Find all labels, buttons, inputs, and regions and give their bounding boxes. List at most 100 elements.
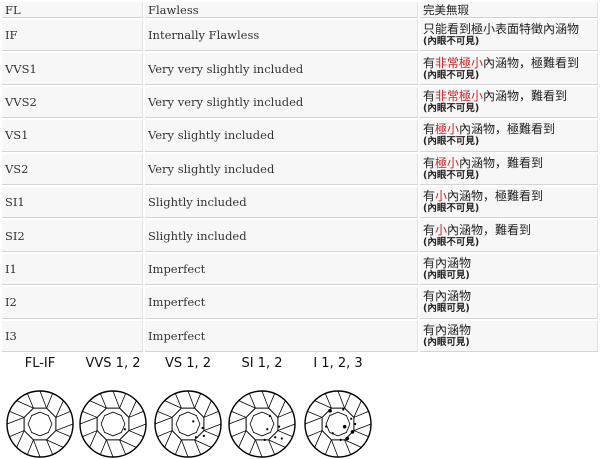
facet-line <box>106 439 114 458</box>
star-facet <box>100 411 126 437</box>
star-facet <box>325 411 351 437</box>
visibility-note: (內眼不可見) <box>423 203 480 215</box>
facet-line <box>203 423 222 431</box>
grade-cell: VVS1 <box>2 53 143 85</box>
grade-cell: SI1 <box>2 186 143 219</box>
highlight-text: 極小 <box>435 122 460 137</box>
inclusion-dot <box>342 424 347 429</box>
inclusion-dot <box>328 409 332 413</box>
facet-line <box>128 430 144 437</box>
chinese-description-main: 有內涵物 <box>423 289 594 303</box>
english-description-cell: Internally Flawless <box>145 20 418 52</box>
facet-line <box>128 423 147 431</box>
chinese-description-cell: 有小內涵物，極難看到 (內眼不可見) <box>420 186 598 219</box>
grade-cell: I1 <box>2 253 143 286</box>
grade-cell: VS2 <box>2 153 143 185</box>
facet-line <box>55 430 71 437</box>
diagram-label: I 1, 2, 3 <box>313 356 362 371</box>
english-description-cell: Imperfect <box>145 320 418 352</box>
diamond-diagram: VVS 1, 2 <box>79 356 147 458</box>
table-row: VS1 Very slightly included 有極小內涵物，極難看到 (內眼不… <box>2 120 598 152</box>
facet-line <box>27 439 34 455</box>
inclusion-dot <box>192 420 195 423</box>
inclusion-dot <box>280 437 283 440</box>
inclusion-dot <box>274 436 277 439</box>
facet-line <box>344 393 351 409</box>
facet-line <box>33 439 41 458</box>
table-row: IF Internally Flawless 只能看到極小表面特徵內涵物 (內眼不可見… <box>2 20 598 52</box>
table-row: VS2 Very slightly included 有極小內涵物，難看到 (內眼不可… <box>2 153 598 185</box>
visibility-note: (內眼不可見) <box>423 36 480 48</box>
clarity-grade-table: FL Flawless 完美無瑕 IF Internally Flawless 只能… <box>0 0 600 354</box>
highlight-text: 極小 <box>435 155 460 170</box>
star-facet <box>175 411 201 437</box>
facet-line <box>157 411 173 418</box>
description-text: 有內涵物 <box>423 322 472 337</box>
facet-line <box>268 393 275 409</box>
clarity-diagrams: FL-IF VVS 1, 2 VS 1, 2 SI 1, 2 I 1, 2, 3 <box>6 356 372 458</box>
table-row: SI1 Slightly included 有小內涵物，極難看到 (內眼不可見) <box>2 186 598 219</box>
description-text: 有內涵物 <box>423 289 472 304</box>
chinese-description-cell: 有非常極小內涵物，極難看到 (內眼不可見) <box>420 53 598 85</box>
grade-cell: I3 <box>2 320 143 352</box>
facet-line <box>203 430 219 437</box>
english-description-cell: Very slightly included <box>145 153 418 185</box>
english-description-cell: Very slightly included <box>145 120 418 152</box>
chinese-description-main: 有極小內涵物，難看到 <box>423 156 594 170</box>
description-text: 有 <box>423 155 436 170</box>
grade-cell: IF <box>2 20 143 52</box>
inclusion-dot <box>268 414 272 418</box>
grade-cell: I2 <box>2 287 143 319</box>
inclusion-dot <box>350 417 353 420</box>
diagram-label: SI 1, 2 <box>241 356 282 371</box>
chinese-description-cell: 有內涵物 (內眼可見) <box>420 253 598 286</box>
facet-line <box>277 423 296 431</box>
visibility-note: (內眼可見) <box>423 303 470 315</box>
facet-line <box>6 417 25 425</box>
table-facet <box>23 407 57 441</box>
english-description-cell: Slightly included <box>145 220 418 252</box>
header-english: Flawless <box>145 2 418 18</box>
visibility-note: (內眼不可見) <box>423 102 480 114</box>
table-row: I1 Imperfect 有內涵物 (內眼可見) <box>2 253 598 286</box>
description-text: 內涵物，極難看到 <box>483 55 580 70</box>
inclusion-dot <box>331 432 334 435</box>
table-row: I3 Imperfect 有內涵物 (內眼可見) <box>2 320 598 352</box>
facet-line <box>304 417 323 425</box>
english-description-cell: Slightly included <box>145 186 418 219</box>
table-row: VVS1 Very very slightly included 有非常極小內涵物，… <box>2 53 598 85</box>
inclusion-dot <box>278 425 281 428</box>
facet-line <box>175 439 182 455</box>
chinese-description-cell: 有非常極小內涵物，難看到 (內眼不可見) <box>420 86 598 119</box>
facet-line <box>277 430 293 437</box>
chinese-description-main: 只能看到極小表面特徵內涵物 <box>423 22 594 36</box>
facet-line <box>261 390 269 409</box>
highlight-text: 小 <box>435 189 448 204</box>
table-facet <box>171 407 205 441</box>
english-description-cell: Very very slightly included <box>145 86 418 119</box>
facet-line <box>194 393 201 409</box>
inclusion-dot <box>201 426 204 430</box>
chinese-description-cell: 有極小內涵物，極難看到 (內眼不可見) <box>420 120 598 152</box>
table-row: VVS2 Very very slightly included 有非常極小內涵物，… <box>2 86 598 119</box>
table-facet <box>245 407 279 441</box>
inclusion-dot <box>342 408 345 411</box>
description-text: 有 <box>423 88 436 103</box>
inclusion-dot <box>263 438 266 441</box>
description-text: 有內涵物 <box>423 255 472 270</box>
table-header-row: FL Flawless 完美無瑕 <box>2 2 598 18</box>
visibility-note: (內眼可見) <box>423 336 470 348</box>
description-text: 內涵物，難看到 <box>483 88 568 103</box>
diamond-diagram: I 1, 2, 3 <box>304 356 372 458</box>
visibility-note: (內眼可見) <box>423 269 470 281</box>
facet-line <box>187 390 195 409</box>
description-text: 有 <box>423 122 436 137</box>
inclusion-dot <box>202 434 205 437</box>
diagram-label: VVS 1, 2 <box>86 356 141 371</box>
inclusion-dot <box>325 425 328 428</box>
star-facet <box>27 411 53 437</box>
facet-line <box>154 417 173 425</box>
inclusion-dot <box>194 436 198 439</box>
chinese-description-main: 有小內涵物，難看到 <box>423 223 594 237</box>
header-chinese: 完美無瑕 <box>420 2 598 18</box>
